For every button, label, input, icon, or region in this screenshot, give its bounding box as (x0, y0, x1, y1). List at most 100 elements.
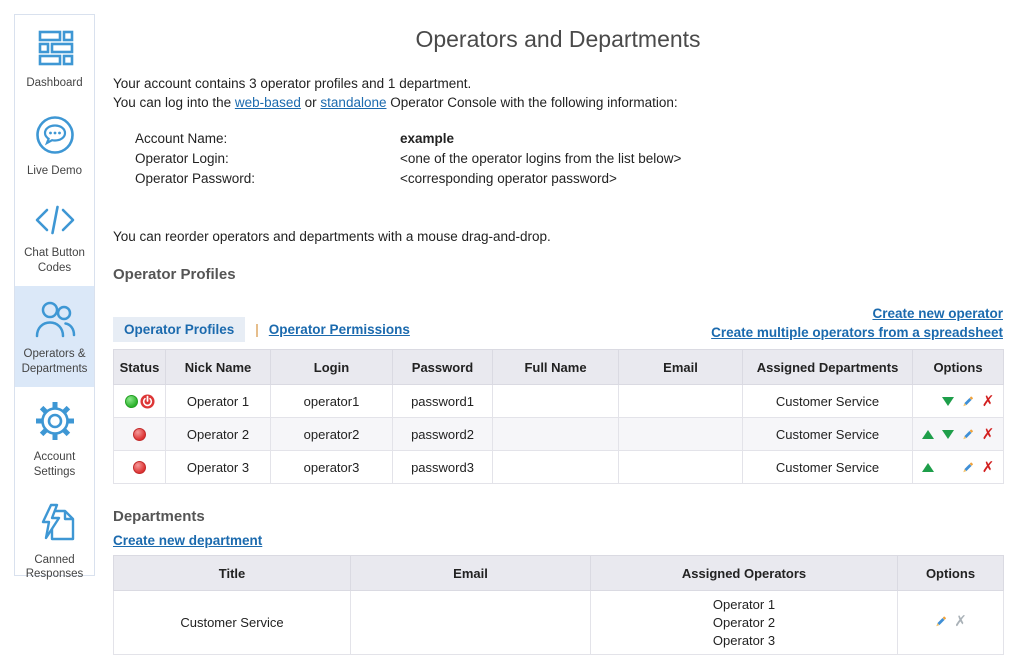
email-cell (619, 418, 743, 451)
create-multiple-operators-link[interactable]: Create multiple operators from a spreads… (711, 324, 1003, 342)
create-department-link-row: Create new department (113, 533, 1003, 548)
reorder-note: You can reorder operators and department… (113, 229, 1003, 244)
col-assigned-departments: Assigned Departments (743, 350, 913, 385)
assigned-departments-cell: Customer Service (743, 418, 913, 451)
live-demo-icon (32, 112, 78, 158)
assigned-departments-cell: Customer Service (743, 451, 913, 484)
department-row-1[interactable]: Customer Service Operator 1 Operator 2 O… (114, 591, 1004, 655)
account-name-label: Account Name: (135, 129, 400, 149)
department-email-cell (351, 591, 591, 655)
delete-operator-icon[interactable]: ✗ (981, 394, 995, 409)
standalone-link[interactable]: standalone (320, 95, 386, 110)
departments-heading: Departments (113, 508, 1003, 525)
password-cell: password3 (393, 451, 493, 484)
delete-operator-icon[interactable]: ✗ (981, 460, 995, 475)
edit-operator-icon[interactable] (961, 460, 975, 475)
operators-table: Status Nick Name Login Password Full Nam… (113, 349, 1004, 484)
sidebar-item-live-demo[interactable]: Live Demo (15, 101, 94, 189)
move-up-icon[interactable] (921, 430, 935, 439)
edit-department-icon[interactable] (934, 614, 948, 629)
assigned-departments-cell: Customer Service (743, 385, 913, 418)
account-settings-icon (32, 398, 78, 444)
col-options: Options (898, 556, 1004, 591)
department-operators-cell: Operator 1 Operator 2 Operator 3 (591, 591, 898, 655)
operator-password-value: <corresponding operator password> (400, 169, 617, 189)
full-name-cell (493, 451, 619, 484)
move-up-icon[interactable] (921, 463, 935, 472)
login-cell: operator1 (271, 385, 393, 418)
tab-operator-permissions[interactable]: Operator Permissions (269, 322, 410, 337)
col-email: Email (351, 556, 591, 591)
operator-row-2[interactable]: Operator 2 operator2 password2 Customer … (114, 418, 1004, 451)
operator-row-1[interactable]: Operator 1 operator1 password1 Customer … (114, 385, 1004, 418)
status-offline-icon (133, 428, 146, 441)
edit-operator-icon[interactable] (961, 427, 975, 442)
department-title-cell: Customer Service (114, 591, 351, 655)
move-down-icon[interactable] (941, 430, 955, 439)
create-new-department-link[interactable]: Create new department (113, 533, 262, 548)
status-cell (114, 394, 165, 409)
sidebar-item-label: Dashboard (26, 76, 82, 91)
assigned-operator: Operator 1 (591, 596, 897, 614)
sidebar-item-dashboard[interactable]: Dashboard (15, 15, 94, 101)
operator-row-3[interactable]: Operator 3 operator3 password3 Customer … (114, 451, 1004, 484)
email-cell (619, 451, 743, 484)
sidebar-item-label: Live Demo (27, 164, 82, 179)
tabs-and-create-links: Operator Profiles | Operator Permissions… (113, 305, 1003, 342)
operators-table-header-row: Status Nick Name Login Password Full Nam… (114, 350, 1004, 385)
sidebar-item-canned-responses[interactable]: Canned Responses (15, 490, 94, 593)
departments-table-header-row: Title Email Assigned Operators Options (114, 556, 1004, 591)
account-name-value: example (400, 129, 454, 149)
department-options-cell: ✗ (934, 614, 968, 629)
operator-password-label: Operator Password: (135, 169, 400, 189)
password-cell: password1 (393, 385, 493, 418)
create-new-operator-link[interactable]: Create new operator (711, 305, 1003, 323)
sidebar-item-label: Account Settings (17, 450, 92, 480)
operator-login-label: Operator Login: (135, 149, 400, 169)
main-content: Operators and Departments Your account c… (113, 0, 1003, 655)
operator-login-row: Operator Login: <one of the operator log… (135, 149, 1003, 169)
sidebar-item-operators-departments[interactable]: Operators & Departments (15, 286, 94, 387)
sidebar: Dashboard Live Demo Chat Button Codes (14, 14, 95, 576)
full-name-cell (493, 418, 619, 451)
assigned-operator: Operator 2 (591, 614, 897, 632)
create-operator-links: Create new operator Create multiple oper… (711, 305, 1003, 342)
col-password: Password (393, 350, 493, 385)
page-title: Operators and Departments (113, 26, 1003, 53)
departments-table: Title Email Assigned Operators Options C… (113, 555, 1004, 655)
login-cell: operator3 (271, 451, 393, 484)
options-cell: ✗ (921, 394, 995, 409)
status-online-icon (125, 395, 138, 408)
col-full-name: Full Name (493, 350, 619, 385)
col-title: Title (114, 556, 351, 591)
move-down-icon[interactable] (941, 397, 955, 406)
credentials-block: Account Name: example Operator Login: <o… (135, 129, 1003, 189)
status-cell (114, 461, 165, 474)
delete-department-icon-disabled: ✗ (954, 614, 968, 629)
col-options: Options (913, 350, 1004, 385)
options-cell: ✗ (921, 460, 995, 475)
sidebar-item-chat-button-codes[interactable]: Chat Button Codes (15, 189, 94, 286)
dashboard-icon (32, 26, 78, 70)
operator-password-row: Operator Password: <corresponding operat… (135, 169, 1003, 189)
col-status: Status (114, 350, 166, 385)
sidebar-item-account-settings[interactable]: Account Settings (15, 387, 94, 490)
operator-profiles-heading: Operator Profiles (113, 266, 1003, 283)
intro-line-2: You can log into the web-based or standa… (113, 94, 1003, 113)
logoff-operator-icon[interactable] (140, 394, 155, 409)
chat-button-codes-icon (32, 200, 78, 240)
status-offline-icon (133, 461, 146, 474)
operator-tabs: Operator Profiles | Operator Permissions (113, 317, 410, 342)
sidebar-item-label: Chat Button Codes (17, 246, 92, 276)
nick-name-cell: Operator 2 (166, 418, 271, 451)
operator-login-value: <one of the operator logins from the lis… (400, 149, 681, 169)
col-login: Login (271, 350, 393, 385)
full-name-cell (493, 385, 619, 418)
edit-operator-icon[interactable] (961, 394, 975, 409)
delete-operator-icon[interactable]: ✗ (981, 427, 995, 442)
sidebar-item-label: Operators & Departments (17, 347, 92, 377)
sidebar-item-label: Canned Responses (17, 553, 92, 583)
tab-operator-profiles[interactable]: Operator Profiles (113, 317, 245, 342)
status-cell (114, 428, 165, 441)
web-based-link[interactable]: web-based (235, 95, 301, 110)
